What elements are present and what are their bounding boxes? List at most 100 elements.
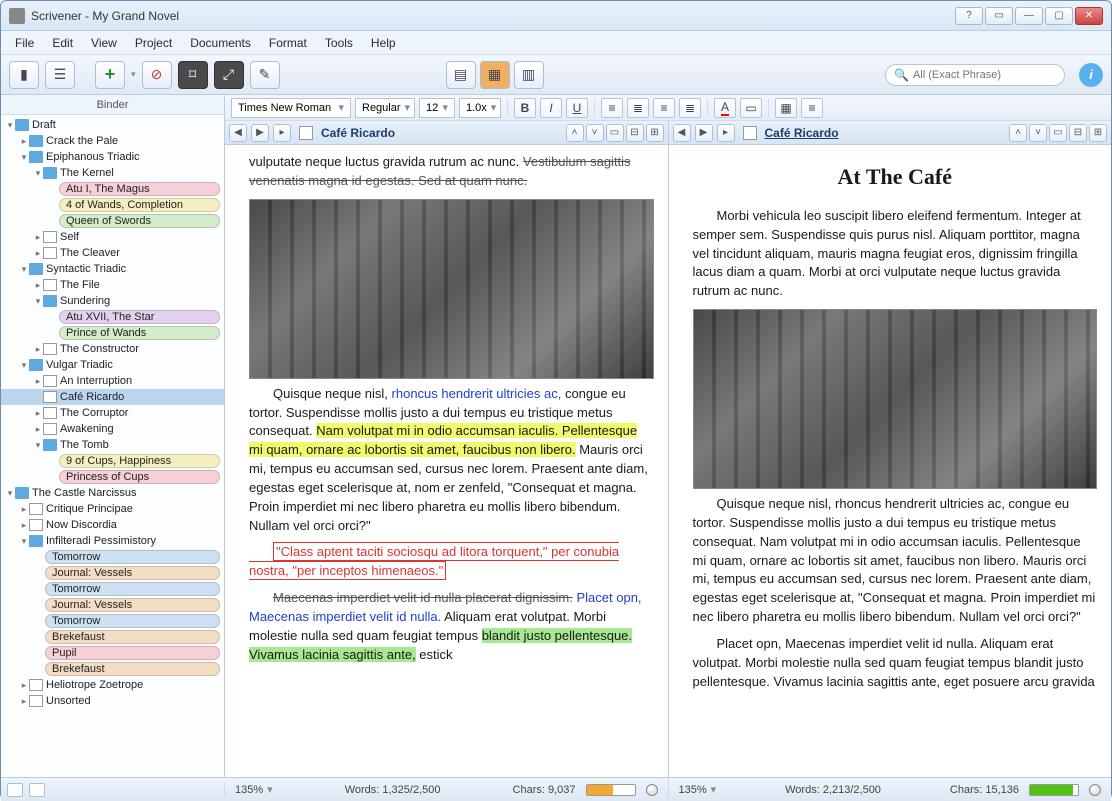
search-input[interactable] xyxy=(913,69,1053,81)
font-family-select[interactable]: Times New Roman▾ xyxy=(231,98,351,118)
snapshot-button[interactable]: ✎ xyxy=(250,61,280,89)
nav-down-button[interactable]: ˅ xyxy=(586,124,604,142)
pane-right-title[interactable]: Café Ricardo xyxy=(765,126,839,140)
view-outline-button[interactable]: ▥ xyxy=(514,61,544,89)
view-corkboard-button[interactable]: ▦ xyxy=(480,61,510,89)
fullscreen-button[interactable]: ⤢ xyxy=(214,61,244,89)
binder-item[interactable]: Prince of Wands xyxy=(1,325,224,341)
window-maximize-button[interactable]: ▢ xyxy=(1045,7,1073,25)
editor-right-body[interactable]: At The Café Morbi vehicula leo suscipit … xyxy=(669,145,1112,777)
binder-toggle-button[interactable]: ▮ xyxy=(9,61,39,89)
inspector-toggle-button[interactable]: i xyxy=(1079,63,1103,87)
binder-item[interactable]: ▸Heliotrope Zoetrope xyxy=(1,677,224,693)
binder-item[interactable]: ▸The Cleaver xyxy=(1,245,224,261)
highlight-button[interactable]: ▭ xyxy=(740,98,762,118)
split-h-button[interactable]: ⊟ xyxy=(1069,124,1087,142)
split-v-button[interactable]: ⊞ xyxy=(1089,124,1107,142)
binder-item[interactable]: ▾The Kernel xyxy=(1,165,224,181)
split-none-button[interactable]: ▭ xyxy=(606,124,624,142)
nav-back-button[interactable]: ◀ xyxy=(229,124,247,142)
nav-back-button[interactable]: ◀ xyxy=(673,124,691,142)
binder-item[interactable]: ▾The Tomb xyxy=(1,437,224,453)
binder-item[interactable]: ▸Now Discordia xyxy=(1,517,224,533)
sb-button[interactable] xyxy=(29,783,45,797)
binder-item[interactable]: ▸Self xyxy=(1,229,224,245)
menu-project[interactable]: Project xyxy=(127,33,180,53)
window-help-button[interactable]: ? xyxy=(955,7,983,25)
zoom-select-left[interactable]: 135%▾ xyxy=(235,783,273,796)
binder-item[interactable]: ▸Awakening xyxy=(1,421,224,437)
trash-button[interactable]: ⊘ xyxy=(142,61,172,89)
binder-item[interactable]: ▾Vulgar Triadic xyxy=(1,357,224,373)
underline-button[interactable]: U xyxy=(566,98,588,118)
binder-item[interactable]: ▸Crack the Pale xyxy=(1,133,224,149)
nav-forward-button[interactable]: ▶ xyxy=(695,124,713,142)
view-document-button[interactable]: ▤ xyxy=(446,61,476,89)
binder-item[interactable]: Queen of Swords xyxy=(1,213,224,229)
binder-item[interactable]: ▸An Interruption xyxy=(1,373,224,389)
window-close-button[interactable]: ✕ xyxy=(1075,7,1103,25)
nav-up-button[interactable]: ˄ xyxy=(1009,124,1027,142)
menu-edit[interactable]: Edit xyxy=(44,33,81,53)
compose-button[interactable]: ⌑ xyxy=(178,61,208,89)
binder-item[interactable]: ▸The Constructor xyxy=(1,341,224,357)
menu-tools[interactable]: Tools xyxy=(317,33,361,53)
binder-item[interactable]: Atu I, The Magus xyxy=(1,181,224,197)
nav-down-button[interactable]: ˅ xyxy=(1029,124,1047,142)
align-left-button[interactable]: ≡ xyxy=(601,98,623,118)
binder-item[interactable]: Journal: Vessels xyxy=(1,597,224,613)
list-button[interactable]: ≡ xyxy=(801,98,823,118)
line-spacing-select[interactable]: 1.0x▾ xyxy=(459,98,501,118)
align-right-button[interactable]: ≡ xyxy=(653,98,675,118)
menu-help[interactable]: Help xyxy=(363,33,404,53)
binder-item[interactable]: ▸The File xyxy=(1,277,224,293)
binder-item[interactable]: Brekefaust xyxy=(1,661,224,677)
nav-up-button[interactable]: ˄ xyxy=(566,124,584,142)
font-style-select[interactable]: Regular▾ xyxy=(355,98,415,118)
binder-item[interactable]: ▾Sundering xyxy=(1,293,224,309)
window-minimize-button[interactable]: — xyxy=(1015,7,1043,25)
split-h-button[interactable]: ⊟ xyxy=(626,124,644,142)
binder-item[interactable]: Café Ricardo xyxy=(1,389,224,405)
align-justify-button[interactable]: ≣ xyxy=(679,98,701,118)
binder-item[interactable]: 9 of Cups, Happiness xyxy=(1,453,224,469)
text-color-button[interactable]: A xyxy=(714,98,736,118)
collections-button[interactable]: ☰ xyxy=(45,61,75,89)
italic-button[interactable]: I xyxy=(540,98,562,118)
nav-history-button[interactable]: ▸ xyxy=(717,124,735,142)
add-button[interactable]: + xyxy=(95,61,125,89)
bold-button[interactable]: B xyxy=(514,98,536,118)
target-button-left[interactable] xyxy=(646,784,658,796)
binder-item[interactable]: Tomorrow xyxy=(1,581,224,597)
font-size-select[interactable]: 12▾ xyxy=(419,98,455,118)
binder-item[interactable]: Pupil xyxy=(1,645,224,661)
binder-item[interactable]: ▾Draft xyxy=(1,117,224,133)
binder-item[interactable]: ▾The Castle Narcissus xyxy=(1,485,224,501)
binder-item[interactable]: Brekefaust xyxy=(1,629,224,645)
binder-item[interactable]: ▸The Corruptor xyxy=(1,405,224,421)
split-none-button[interactable]: ▭ xyxy=(1049,124,1067,142)
binder-item[interactable]: 4 of Wands, Completion xyxy=(1,197,224,213)
binder-item[interactable]: Princess of Cups xyxy=(1,469,224,485)
binder-item[interactable]: ▸Critique Principae xyxy=(1,501,224,517)
target-button-right[interactable] xyxy=(1089,784,1101,796)
binder-tree[interactable]: ▾Draft▸Crack the Pale▾Epiphanous Triadic… xyxy=(1,115,224,777)
editor-left-body[interactable]: vulputate neque luctus gravida rutrum ac… xyxy=(225,145,668,777)
binder-item[interactable]: Tomorrow xyxy=(1,613,224,629)
sb-button[interactable] xyxy=(7,783,23,797)
binder-item[interactable]: ▸Unsorted xyxy=(1,693,224,709)
table-button[interactable]: ▦ xyxy=(775,98,797,118)
menu-format[interactable]: Format xyxy=(261,33,315,53)
menu-view[interactable]: View xyxy=(83,33,125,53)
window-restore-button[interactable]: ▭ xyxy=(985,7,1013,25)
zoom-select-right[interactable]: 135%▾ xyxy=(679,783,717,796)
binder-item[interactable]: Tomorrow xyxy=(1,549,224,565)
binder-item[interactable]: ▾Syntactic Triadic xyxy=(1,261,224,277)
menu-documents[interactable]: Documents xyxy=(182,33,259,53)
binder-item[interactable]: Atu XVII, The Star xyxy=(1,309,224,325)
menu-file[interactable]: File xyxy=(7,33,42,53)
search-box[interactable]: 🔍 xyxy=(885,64,1065,86)
split-v-button[interactable]: ⊞ xyxy=(646,124,664,142)
binder-item[interactable]: Journal: Vessels xyxy=(1,565,224,581)
binder-item[interactable]: ▾Infilteradi Pessimistory xyxy=(1,533,224,549)
